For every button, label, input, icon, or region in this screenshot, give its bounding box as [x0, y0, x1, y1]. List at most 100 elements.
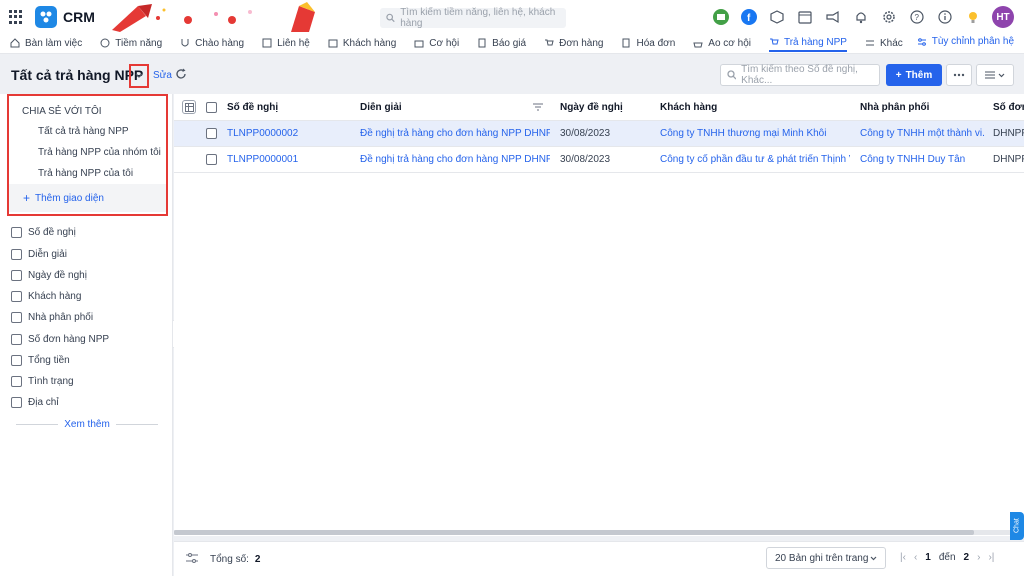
nav-item-offers[interactable]: Chào hàng [180, 34, 244, 52]
help-icon[interactable]: ? [908, 8, 926, 26]
book-icon[interactable] [712, 8, 730, 26]
user-avatar[interactable]: HT [992, 6, 1014, 28]
cube-icon[interactable] [768, 8, 786, 26]
sliders-icon [917, 37, 926, 46]
flag-decoration-icon [291, 2, 315, 32]
nav-item-invoices[interactable]: Hóa đơn [621, 34, 675, 52]
view-mode-button[interactable] [976, 64, 1014, 86]
nav-item-opportunities[interactable]: Cơ hội [414, 34, 459, 52]
checkbox[interactable] [11, 397, 22, 408]
nav-item-more[interactable]: Khác [865, 34, 903, 52]
checkbox[interactable] [11, 312, 22, 323]
view-selector-toggle[interactable] [129, 64, 149, 88]
column-header[interactable]: Số đề nghị [227, 102, 278, 113]
calendar-icon[interactable] [796, 8, 814, 26]
bell-icon[interactable] [852, 8, 870, 26]
view-option-my-team[interactable]: Trả hàng NPP của nhóm tôi [38, 147, 161, 158]
first-page-icon[interactable]: |‹ [900, 552, 906, 563]
column-header[interactable]: Diễn giải [360, 102, 402, 113]
nav-item-leads[interactable]: Tiềm năng [100, 34, 162, 52]
filter-icon[interactable] [533, 103, 543, 111]
column-header[interactable]: Nhà phân phối [860, 102, 929, 113]
view-option-all[interactable]: Tất cả trả hàng NPP [38, 126, 129, 137]
global-search-input[interactable]: Tìm kiếm tiềm năng, liên hệ, khách hàng [380, 7, 566, 29]
filter-field-checkbox[interactable]: Số đề nghị [11, 227, 76, 238]
column-header[interactable]: Ngày đề nghị [560, 102, 623, 113]
add-button[interactable]: + Thêm [886, 64, 942, 86]
row-customer-link[interactable]: Công ty cổ phần đầu tư & phát triển Thịn… [660, 154, 850, 165]
table-row[interactable]: TLNPP0000001 Đề nghị trả hàng cho đơn hà… [174, 147, 1024, 173]
facebook-icon[interactable]: f [740, 8, 758, 26]
table-row[interactable]: TLNPP0000002 Đề nghị trả hàng cho đơn hà… [174, 121, 1024, 147]
row-order: DHNPP0 [993, 128, 1024, 139]
megaphone-icon[interactable] [824, 8, 842, 26]
last-page-icon[interactable]: ›| [988, 552, 994, 563]
checkbox[interactable] [11, 249, 22, 260]
row-customer-link[interactable]: Công ty TNHH thương mại Minh Khôi [660, 128, 850, 139]
scrollbar-thumb[interactable] [174, 530, 974, 535]
select-all-checkbox[interactable] [206, 102, 217, 113]
briefcase-icon [414, 40, 424, 48]
checkbox[interactable] [11, 334, 22, 345]
nav-item-opportunity-pool[interactable]: Ao cơ hội [693, 34, 751, 52]
next-page-icon[interactable]: › [977, 552, 980, 563]
nav-item-contacts[interactable]: Liên hệ [262, 34, 310, 52]
row-checkbox[interactable] [206, 128, 217, 139]
row-description[interactable]: Đề nghị trả hàng cho đơn hàng NPP DHNPP0… [360, 128, 550, 139]
app-grid-icon[interactable] [9, 10, 23, 24]
crm-logo-icon [35, 6, 57, 28]
nav-item-orders[interactable]: Đơn hàng [544, 34, 603, 52]
nav-item-distributor-returns[interactable]: Trả hàng NPP [768, 34, 847, 52]
more-actions-button[interactable] [946, 64, 972, 86]
filter-field-checkbox[interactable]: Khách hàng [11, 291, 81, 302]
chevron-down-icon [998, 73, 1005, 77]
list-header: Tất cả trả hàng NPP Sửa Tìm kiếm theo Số… [0, 56, 1024, 94]
chat-tab[interactable]: Chat [1010, 512, 1024, 540]
filter-field-checkbox[interactable]: Diễn giải [11, 249, 67, 260]
list-search-input[interactable]: Tìm kiếm theo Số đề nghị, Khác... [720, 64, 880, 86]
column-header[interactable]: Số đơn h [993, 102, 1024, 113]
view-option-mine[interactable]: Trả hàng NPP của tôi [38, 168, 133, 179]
page-size-select[interactable]: 20 Bản ghi trên trang [766, 547, 886, 569]
checkbox[interactable] [11, 270, 22, 281]
gear-icon[interactable] [880, 8, 898, 26]
checkbox[interactable] [11, 355, 22, 366]
checkbox[interactable] [11, 291, 22, 302]
row-code-link[interactable]: TLNPP0000002 [227, 128, 298, 139]
row-date: 30/08/2023 [560, 128, 611, 139]
row-code-link[interactable]: TLNPP0000001 [227, 154, 298, 165]
filter-field-checkbox[interactable]: Số đơn hàng NPP [11, 334, 109, 345]
row-order: DHNPP0 [993, 154, 1024, 165]
info-icon[interactable] [936, 8, 954, 26]
prev-page-icon[interactable]: ‹ [914, 552, 917, 563]
edit-view-link[interactable]: Sửa [153, 70, 172, 81]
filter-field-checkbox[interactable]: Tổng tiền [11, 355, 70, 366]
filter-field-checkbox[interactable]: Ngày đề nghị [11, 270, 87, 281]
horizontal-scrollbar[interactable] [174, 530, 1024, 535]
ellipsis-icon [953, 73, 965, 77]
lightbulb-icon[interactable] [964, 8, 982, 26]
add-view-button[interactable]: + Thêm giao diện [9, 184, 166, 212]
house-icon [10, 38, 20, 48]
filter-field-checkbox[interactable]: Tình trạng [11, 376, 74, 387]
checkbox[interactable] [11, 376, 22, 387]
column-settings-icon[interactable] [182, 100, 196, 114]
search-icon [386, 13, 395, 23]
sliders-icon[interactable] [186, 553, 198, 566]
table-header: Số đề nghị Diễn giải Ngày đề nghị Khách … [174, 94, 1024, 121]
nav-item-workspace[interactable]: Bàn làm việc [10, 34, 82, 52]
total-count: Tổng số: 2 [210, 554, 261, 565]
nav-item-quotes[interactable]: Báo giá [477, 34, 526, 52]
row-distributor-link[interactable]: Công ty TNHH một thành vi... [860, 128, 985, 139]
column-header[interactable]: Khách hàng [660, 102, 717, 113]
checkbox[interactable] [11, 227, 22, 238]
nav-item-customers[interactable]: Khách hàng [328, 34, 396, 52]
refresh-icon[interactable] [175, 68, 187, 83]
see-more-link[interactable]: Xem thêm [16, 419, 159, 430]
filter-field-checkbox[interactable]: Nhà phân phối [11, 312, 93, 323]
filter-field-checkbox[interactable]: Địa chỉ [11, 397, 59, 408]
customize-modules-link[interactable]: Tùy chỉnh phân hệ [917, 36, 1014, 47]
row-checkbox[interactable] [206, 154, 217, 165]
row-description[interactable]: Đề nghị trả hàng cho đơn hàng NPP DHNPP0… [360, 154, 550, 165]
row-distributor-link[interactable]: Công ty TNHH Duy Tân [860, 154, 985, 165]
